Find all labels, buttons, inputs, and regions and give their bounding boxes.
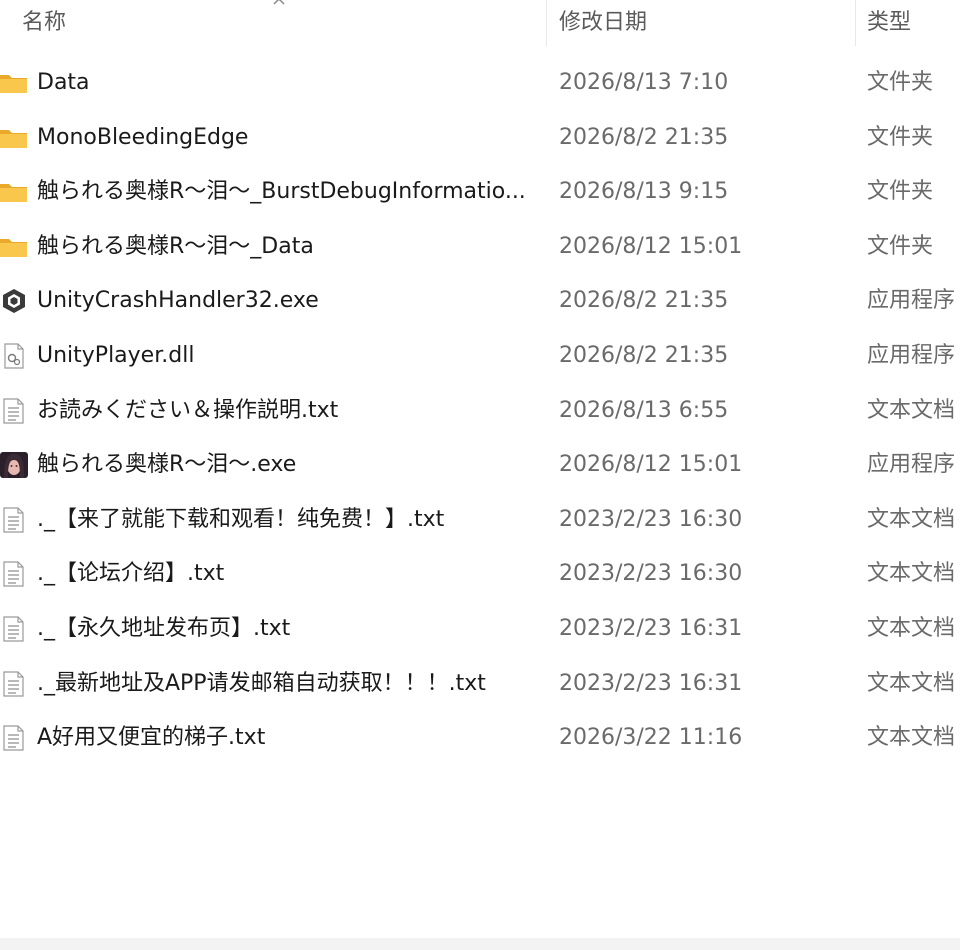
file-date-modified: 2026/8/12 15:01 [559, 233, 743, 259]
file-type: 文本文档 [867, 725, 956, 751]
text-file-icon [0, 507, 28, 533]
file-row[interactable]: MonoBleedingEdge 2026/8/2 21:35 文件夹 [0, 111, 960, 166]
file-date-modified: 2026/3/22 11:16 [559, 725, 743, 751]
unity-exe-icon [0, 288, 28, 314]
horizontal-scrollbar[interactable] [0, 938, 960, 950]
file-date-modified: 2023/2/23 16:31 [559, 615, 743, 641]
file-row[interactable]: ._【论坛介绍】.txt 2023/2/23 16:30 文本文档 [0, 547, 960, 602]
file-name[interactable]: 触られる奥様R～泪～_BurstDebugInformatio... [37, 165, 526, 219]
file-row[interactable]: UnityPlayer.dll 2026/8/2 21:35 应用程序 [0, 329, 960, 384]
column-header-date-modified[interactable]: 修改日期 [559, 8, 647, 38]
file-name[interactable]: ._【来了就能下载和观看！纯免费！】.txt [37, 493, 444, 547]
file-type: 应用程序 [867, 288, 956, 314]
dll-file-icon [0, 343, 28, 369]
text-file-icon [0, 561, 28, 587]
file-name[interactable]: Data [37, 56, 90, 110]
file-type: 文件夹 [867, 179, 934, 205]
file-row[interactable]: ._最新地址及APP请发邮箱自动获取！！！.txt 2023/2/23 16:31… [0, 657, 960, 712]
file-row[interactable]: ._【来了就能下载和观看！纯免费！】.txt 2023/2/23 16:30 文本文… [0, 493, 960, 548]
file-name[interactable]: 触られる奥様R～泪～_Data [37, 220, 314, 274]
column-header-name[interactable]: 名称 [22, 8, 66, 38]
file-row[interactable]: Data 2026/8/13 7:10 文件夹 [0, 56, 960, 111]
file-type: 文件夹 [867, 124, 934, 150]
folder-icon [0, 179, 28, 205]
file-explorer-list: 名称 修改日期 类型 Data 2026/8/13 7:10 文件夹 MonoBlee… [0, 0, 960, 950]
file-type: 文本文档 [867, 561, 956, 587]
file-name[interactable]: ._最新地址及APP请发邮箱自动获取！！！.txt [37, 657, 486, 711]
folder-icon [0, 125, 28, 151]
text-file-icon [0, 616, 28, 642]
file-name[interactable]: 触られる奥様R～泪～.exe [37, 438, 296, 492]
file-name[interactable]: UnityPlayer.dll [37, 329, 194, 383]
file-date-modified: 2026/8/13 7:10 [559, 70, 729, 95]
column-separator[interactable] [546, 0, 547, 46]
sort-chevron-up-icon[interactable] [272, 0, 286, 6]
file-type: 应用程序 [867, 452, 956, 478]
file-type: 文件夹 [867, 233, 934, 259]
file-date-modified: 2026/8/2 21:35 [559, 124, 729, 150]
file-name[interactable]: ._【论坛介绍】.txt [37, 547, 224, 601]
file-type: 文本文档 [867, 397, 956, 423]
file-type: 文本文档 [867, 670, 956, 696]
file-type: 应用程序 [867, 342, 956, 368]
file-date-modified: 2026/8/12 15:01 [559, 452, 743, 478]
file-type: 文本文档 [867, 506, 956, 532]
folder-icon [0, 70, 28, 96]
file-date-modified: 2026/8/2 21:35 [559, 342, 729, 368]
file-name[interactable]: MonoBleedingEdge [37, 111, 248, 165]
file-name[interactable]: UnityCrashHandler32.exe [37, 274, 319, 328]
file-date-modified: 2023/2/23 16:30 [559, 561, 743, 587]
text-file-icon [0, 397, 28, 424]
file-row[interactable]: 触られる奥様R～泪～_BurstDebugInformatio... 2026/8… [0, 165, 960, 220]
app-portrait-icon [0, 452, 28, 479]
column-header-type[interactable]: 类型 [867, 8, 911, 38]
column-header-bar: 名称 修改日期 类型 [0, 0, 960, 46]
file-date-modified: 2023/2/23 16:31 [559, 670, 743, 696]
text-file-icon [0, 670, 28, 697]
text-file-icon [0, 725, 28, 751]
file-list: Data 2026/8/13 7:10 文件夹 MonoBleedingEdge 202… [0, 56, 960, 766]
file-name[interactable]: ._【永久地址发布页】.txt [37, 602, 290, 656]
file-row[interactable]: お読みください＆操作説明.txt 2026/8/13 6:55 文本文档 [0, 384, 960, 439]
folder-icon [0, 234, 28, 260]
file-row[interactable]: 触られる奥様R～泪～.exe 2026/8/12 15:01 应用程序 [0, 438, 960, 493]
file-name[interactable]: A好用又便宜的梯子.txt [37, 711, 265, 765]
file-date-modified: 2023/2/23 16:30 [559, 506, 743, 532]
file-name[interactable]: お読みください＆操作説明.txt [37, 384, 338, 438]
file-row[interactable]: A好用又便宜的梯子.txt 2026/3/22 11:16 文本文档 [0, 711, 960, 766]
file-row[interactable]: ._【永久地址发布页】.txt 2023/2/23 16:31 文本文档 [0, 602, 960, 657]
file-type: 文本文档 [867, 615, 956, 641]
file-date-modified: 2026/8/13 6:55 [559, 397, 729, 423]
file-date-modified: 2026/8/13 9:15 [559, 179, 729, 205]
file-date-modified: 2026/8/2 21:35 [559, 288, 729, 314]
file-row[interactable]: 触られる奥様R～泪～_Data 2026/8/12 15:01 文件夹 [0, 220, 960, 275]
file-type: 文件夹 [867, 70, 934, 95]
file-row[interactable]: UnityCrashHandler32.exe 2026/8/2 21:35 应用程… [0, 274, 960, 329]
column-separator[interactable] [855, 0, 856, 46]
